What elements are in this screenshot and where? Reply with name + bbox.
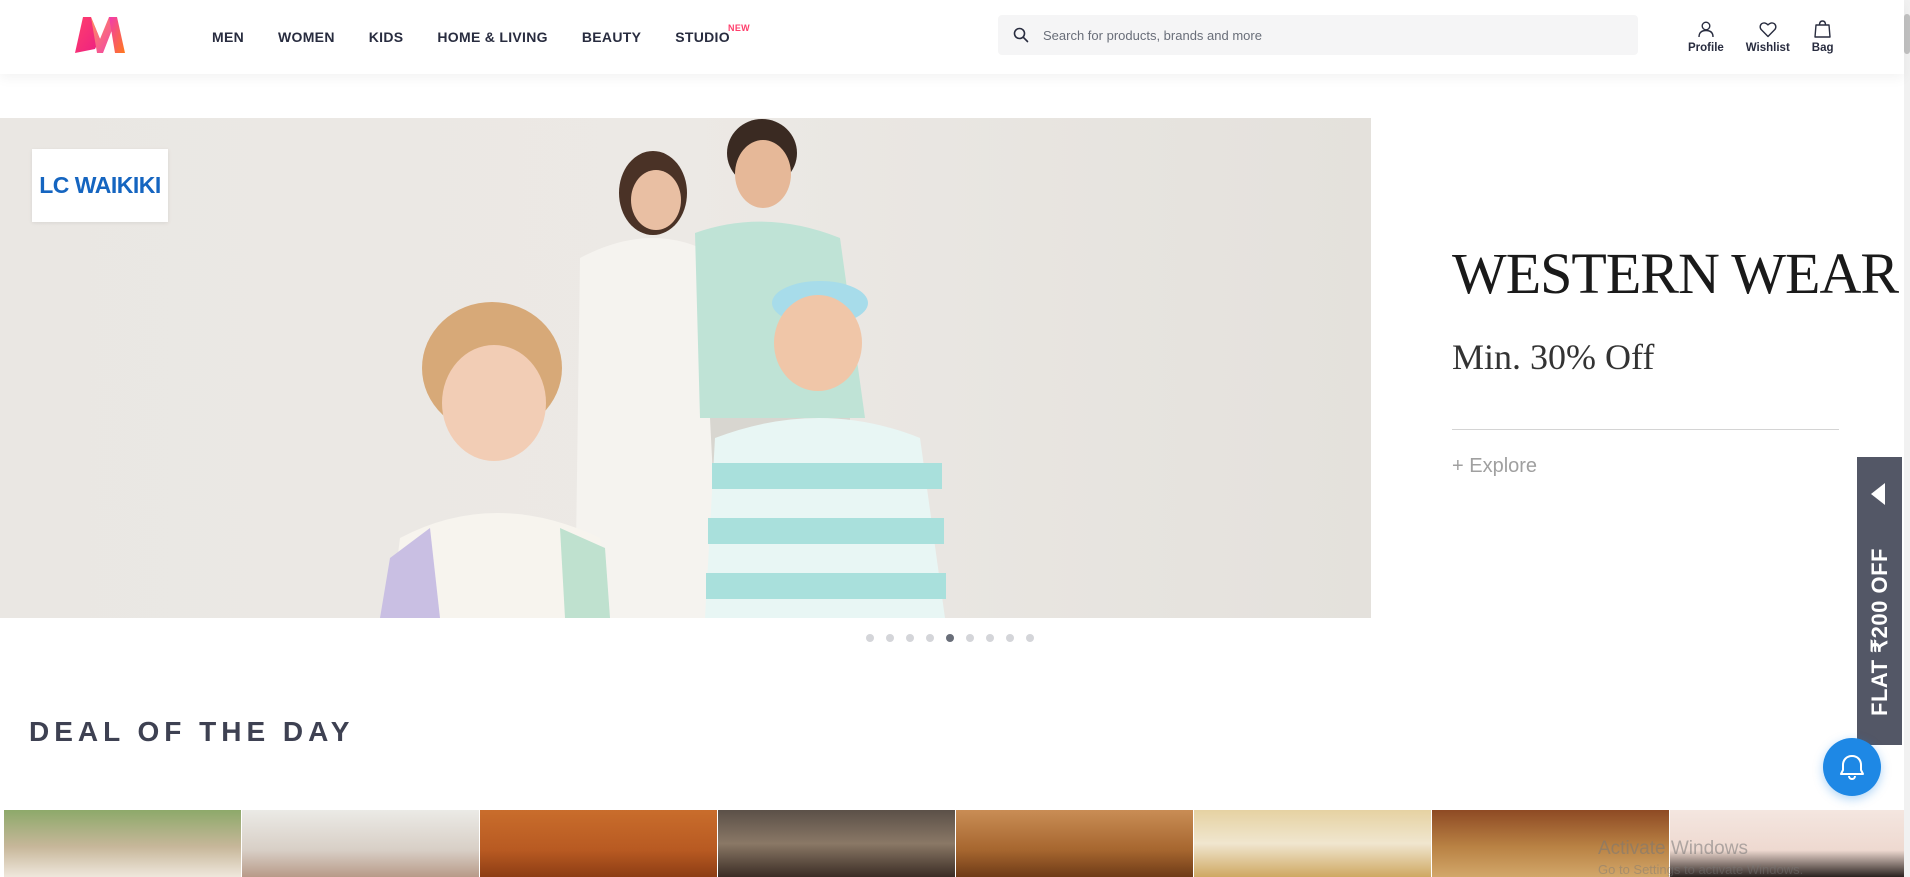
header-actions: Profile Wishlist Bag	[1688, 18, 1856, 54]
carousel-dot[interactable]	[1026, 634, 1034, 642]
heart-icon	[1759, 18, 1777, 38]
deal-card[interactable]	[1194, 810, 1431, 877]
deal-card[interactable]	[242, 810, 479, 877]
new-badge: NEW	[728, 23, 750, 33]
myntra-logo-icon[interactable]	[73, 15, 127, 55]
nav-home-living[interactable]: HOME & LIVING	[437, 29, 547, 45]
page-scrollbar[interactable]	[1904, 0, 1910, 877]
nav-men-label: MEN	[212, 29, 245, 45]
main-nav: MEN WOMEN KIDS HOME & LIVING BEAUTY STUD…	[212, 0, 764, 74]
bag-label: Bag	[1811, 42, 1834, 54]
nav-studio[interactable]: STUDIO NEW	[675, 23, 749, 45]
hero-title: WESTERN WEAR	[1452, 241, 1899, 306]
hero-banner-image[interactable]: LC WAIKIKI	[0, 118, 1371, 618]
wishlist-label: Wishlist	[1745, 42, 1790, 54]
caret-left-icon	[1871, 483, 1885, 505]
chat-button[interactable]	[1823, 738, 1881, 796]
deal-card[interactable]	[1432, 810, 1669, 877]
bag-button[interactable]: Bag	[1812, 18, 1834, 54]
carousel-dots	[866, 634, 1046, 642]
bell-chat-icon	[1840, 755, 1864, 781]
scrollbar-thumb[interactable]	[1904, 14, 1910, 54]
carousel-dot[interactable]	[986, 634, 994, 642]
carousel-dot[interactable]	[866, 634, 874, 642]
hero-divider	[1452, 429, 1839, 430]
nav-studio-label: STUDIO	[675, 29, 730, 45]
family-photo	[380, 119, 946, 618]
deal-card[interactable]	[956, 810, 1193, 877]
profile-button[interactable]: Profile	[1688, 18, 1724, 54]
brand-logo: LC WAIKIKI	[32, 149, 168, 222]
deal-card[interactable]	[718, 810, 955, 877]
user-icon	[1697, 18, 1715, 38]
carousel-dot[interactable]	[906, 634, 914, 642]
nav-women[interactable]: WOMEN	[278, 29, 335, 45]
site-header: MEN WOMEN KIDS HOME & LIVING BEAUTY STUD…	[0, 0, 1904, 74]
profile-label: Profile	[1688, 42, 1724, 54]
wishlist-button[interactable]: Wishlist	[1746, 18, 1790, 54]
nav-women-label: WOMEN	[278, 29, 335, 45]
carousel-dot-active[interactable]	[946, 634, 954, 642]
brand-logo-text: LC WAIKIKI	[39, 172, 161, 198]
deal-strip	[4, 810, 1904, 877]
nav-kids[interactable]: KIDS	[369, 29, 404, 45]
carousel-dot[interactable]	[966, 634, 974, 642]
nav-men[interactable]: MEN	[212, 29, 244, 45]
search-icon[interactable]	[999, 15, 1043, 55]
carousel-dot[interactable]	[926, 634, 934, 642]
hero-subtitle: Min. 30% Off	[1452, 337, 1655, 377]
nav-kids-label: KIDS	[368, 29, 404, 45]
search-input[interactable]	[1043, 16, 1637, 54]
offer-text: FLAT ₹200 OFF	[1866, 548, 1892, 716]
explore-link[interactable]: + Explore	[1452, 455, 1537, 478]
nav-beauty-label: BEAUTY	[581, 29, 642, 45]
nav-beauty[interactable]: BEAUTY	[582, 29, 641, 45]
offer-tab[interactable]: FLAT ₹200 OFF	[1857, 457, 1902, 745]
section-title: DEAL OF THE DAY	[29, 716, 355, 747]
nav-home-living-label: HOME & LIVING	[437, 29, 548, 45]
bag-icon	[1814, 18, 1831, 38]
carousel-dot[interactable]	[1006, 634, 1014, 642]
carousel-dot[interactable]	[886, 634, 894, 642]
search-bar	[998, 15, 1638, 55]
deal-card[interactable]	[1670, 810, 1904, 877]
deal-card[interactable]	[4, 810, 241, 877]
deal-card[interactable]	[480, 810, 717, 877]
